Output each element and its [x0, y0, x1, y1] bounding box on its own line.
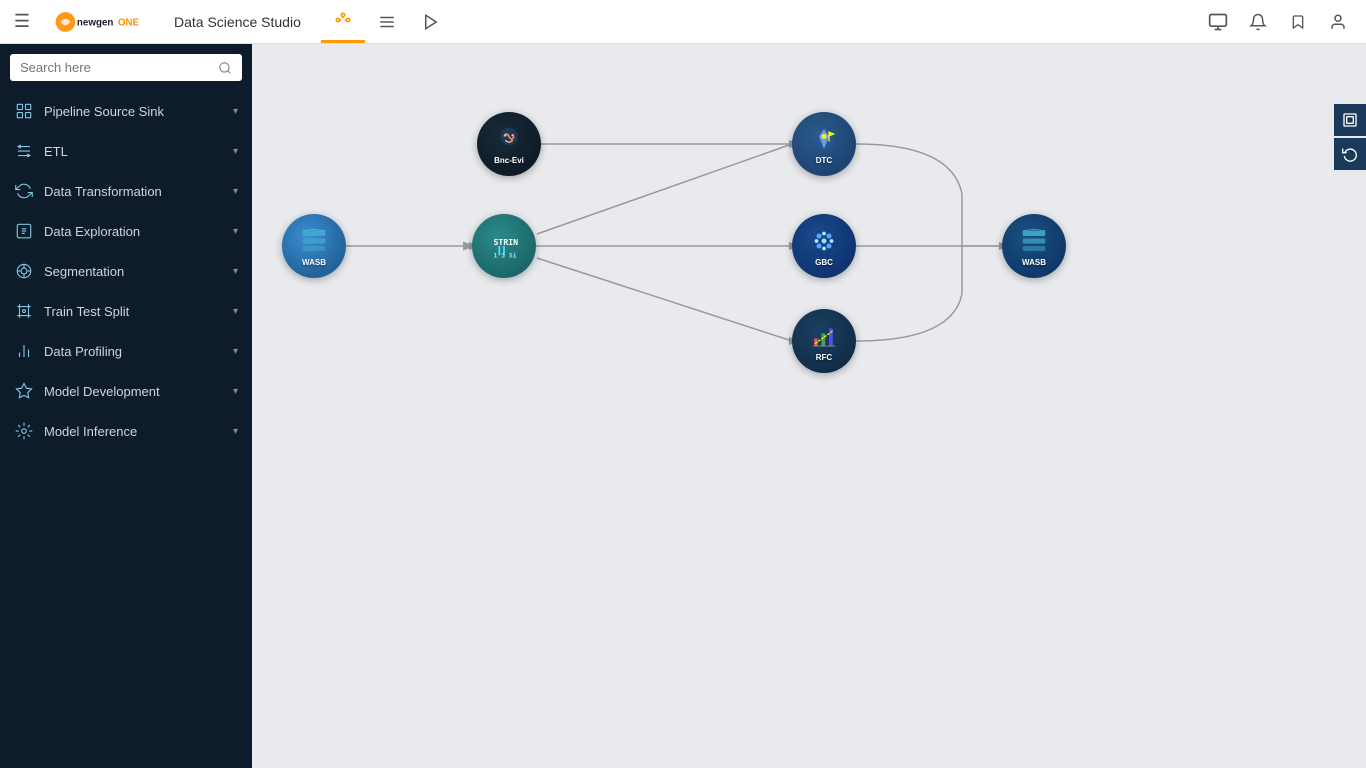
sidebar-item-train-test-split[interactable]: Train Test Split ▾	[0, 291, 252, 331]
topnav-tabs	[321, 0, 453, 43]
bell-icon[interactable]	[1240, 4, 1276, 40]
hamburger-button[interactable]: ☰	[0, 11, 44, 32]
segmentation-icon	[14, 261, 34, 281]
tab-code[interactable]	[409, 0, 453, 43]
canvas-reset-button[interactable]	[1334, 138, 1366, 170]
data-profiling-icon	[14, 341, 34, 361]
node-gbc[interactable]: GBC	[792, 214, 856, 278]
tab-list[interactable]	[365, 0, 409, 43]
sidebar: Pipeline Source Sink ▾ ETL ▾ Data Transf…	[0, 44, 252, 768]
app-title: Data Science Studio	[154, 14, 321, 30]
chevron-down-icon: ▾	[233, 346, 238, 357]
data-transformation-icon	[14, 181, 34, 201]
chevron-down-icon: ▾	[233, 186, 238, 197]
tab-pipeline[interactable]	[321, 0, 365, 43]
chevron-down-icon: ▾	[233, 426, 238, 437]
canvas-area[interactable]: WASB STRING 1 3 Si Bnc-Evi	[252, 44, 1366, 768]
sidebar-label-model-inference: Model Inference	[44, 424, 137, 439]
model-inference-icon	[14, 421, 34, 441]
node-bnc-label: Bnc-Evi	[494, 156, 524, 165]
sidebar-item-data-exploration[interactable]: Data Exploration ▾	[0, 211, 252, 251]
monitor-icon[interactable]	[1200, 4, 1236, 40]
data-exploration-icon	[14, 221, 34, 241]
node-gbc-label: GBC	[815, 258, 833, 267]
sidebar-item-data-profiling[interactable]: Data Profiling ▾	[0, 331, 252, 371]
chevron-down-icon: ▾	[233, 146, 238, 157]
svg-text:ONE: ONE	[118, 17, 140, 28]
etl-icon	[14, 141, 34, 161]
chevron-down-icon: ▾	[233, 306, 238, 317]
topnav: ☰ newgen ONE Data Science Studio	[0, 0, 1366, 44]
sidebar-label-data-transformation: Data Transformation	[44, 184, 162, 199]
node-dtc[interactable]: DTC	[792, 112, 856, 176]
node-string[interactable]: STRING 1 3 Si	[472, 214, 536, 278]
pipeline-source-sink-icon	[14, 101, 34, 121]
right-controls	[1334, 104, 1366, 170]
user-icon[interactable]	[1320, 4, 1356, 40]
train-test-split-icon	[14, 301, 34, 321]
node-bnc[interactable]: Bnc-Evi	[477, 112, 541, 176]
sidebar-item-model-development[interactable]: Model Development ▾	[0, 371, 252, 411]
topnav-right-icons	[1200, 4, 1366, 40]
chevron-down-icon: ▾	[233, 106, 238, 117]
sidebar-item-etl[interactable]: ETL ▾	[0, 131, 252, 171]
svg-text:newgen: newgen	[77, 17, 113, 28]
sidebar-label-model-development: Model Development	[44, 384, 160, 399]
sidebar-label-pipeline-source-sink: Pipeline Source Sink	[44, 104, 164, 119]
chevron-down-icon: ▾	[233, 386, 238, 397]
chevron-down-icon: ▾	[233, 226, 238, 237]
svg-text:1 3 Si: 1 3 Si	[494, 252, 517, 260]
node-dtc-label: DTC	[816, 156, 832, 165]
node-wasb1-label: WASB	[302, 258, 326, 267]
main-canvas: WASB STRING 1 3 Si Bnc-Evi	[252, 44, 1366, 768]
sidebar-label-train-test-split: Train Test Split	[44, 304, 129, 319]
node-wasb2[interactable]: WASB	[1002, 214, 1066, 278]
search-box[interactable]	[10, 54, 242, 81]
sidebar-label-data-profiling: Data Profiling	[44, 344, 122, 359]
logo: newgen ONE	[44, 8, 154, 36]
sidebar-label-etl: ETL	[44, 144, 68, 159]
model-development-icon	[14, 381, 34, 401]
svg-text:STRING: STRING	[494, 237, 519, 247]
node-rfc[interactable]: RFC	[792, 309, 856, 373]
sidebar-label-data-exploration: Data Exploration	[44, 224, 140, 239]
node-wasb1[interactable]: WASB	[282, 214, 346, 278]
sidebar-label-segmentation: Segmentation	[44, 264, 124, 279]
bookmark-icon[interactable]	[1280, 4, 1316, 40]
sidebar-item-data-transformation[interactable]: Data Transformation ▾	[0, 171, 252, 211]
chevron-down-icon: ▾	[233, 266, 238, 277]
node-wasb2-label: WASB	[1022, 258, 1046, 267]
node-rfc-label: RFC	[816, 353, 832, 362]
sidebar-item-segmentation[interactable]: Segmentation ▾	[0, 251, 252, 291]
canvas-layers-button[interactable]	[1334, 104, 1366, 136]
search-input[interactable]	[20, 60, 212, 75]
sidebar-item-model-inference[interactable]: Model Inference ▾	[0, 411, 252, 451]
sidebar-item-pipeline-source-sink[interactable]: Pipeline Source Sink ▾	[0, 91, 252, 131]
